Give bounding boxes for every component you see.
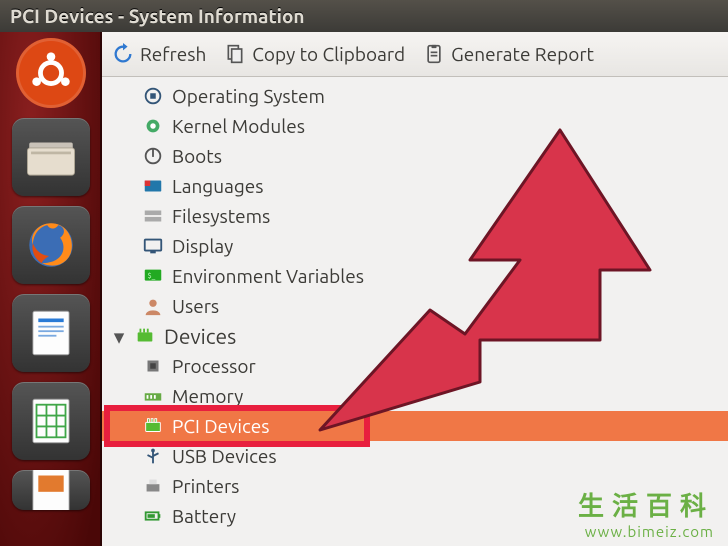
prn-icon — [142, 475, 164, 497]
launcher-writer[interactable] — [12, 294, 90, 372]
refresh-icon — [112, 43, 134, 65]
firefox-icon — [22, 216, 80, 274]
copy-label: Copy to Clipboard — [252, 43, 405, 65]
window-title: PCI Devices - System Information — [10, 5, 305, 27]
copy-clipboard-button[interactable]: Copy to Clipboard — [224, 43, 405, 65]
tree-item-fs[interactable]: Filesystems — [102, 201, 728, 231]
boots-icon — [142, 145, 164, 167]
expander-icon: ▾ — [112, 324, 126, 349]
usb-icon — [142, 445, 164, 467]
desktop-area: Refresh Copy to Clipboard Generate Repor… — [0, 32, 728, 546]
tree-item-label: Battery — [172, 505, 236, 527]
tree-item-boots[interactable]: Boots — [102, 141, 728, 171]
tree-item-mem[interactable]: Memory — [102, 381, 728, 411]
kernel-icon — [142, 115, 164, 137]
tree-item-kernel[interactable]: Kernel Modules — [102, 111, 728, 141]
svg-text:$_: $_ — [148, 272, 156, 280]
refresh-button[interactable]: Refresh — [112, 43, 206, 65]
tree-item-label: Filesystems — [172, 205, 270, 227]
tree-item-label: Printers — [172, 475, 239, 497]
report-icon — [423, 43, 445, 65]
tree-item-label: PCI Devices — [172, 415, 270, 437]
tree-item-users[interactable]: Users — [102, 291, 728, 321]
unity-launcher — [0, 32, 102, 546]
lang-icon — [142, 175, 164, 197]
watermark-title: 生活百科 — [578, 486, 714, 523]
tree-item-cpu[interactable]: Processor — [102, 351, 728, 381]
tree-item-label: Boots — [172, 145, 222, 167]
devices-group-icon — [134, 325, 156, 347]
mem-icon — [142, 385, 164, 407]
tree-item-label: Users — [172, 295, 219, 317]
spreadsheet-icon — [22, 392, 80, 450]
bat-icon — [142, 505, 164, 527]
generate-report-button[interactable]: Generate Report — [423, 43, 594, 65]
tree-item-label: USB Devices — [172, 445, 277, 467]
ubuntu-logo-icon — [28, 50, 74, 96]
launcher-impress[interactable] — [12, 470, 90, 510]
tree-item-pci[interactable]: PCI Devices — [102, 411, 728, 441]
display-icon — [142, 235, 164, 257]
tree-item-os[interactable]: Operating System — [102, 81, 728, 111]
window-content: Refresh Copy to Clipboard Generate Repor… — [102, 32, 728, 546]
tree-item-env[interactable]: $_ Environment Variables — [102, 261, 728, 291]
launcher-firefox[interactable] — [12, 206, 90, 284]
ubuntu-dash-button[interactable] — [16, 38, 86, 108]
tree-item-label: Kernel Modules — [172, 115, 305, 137]
tree-item-label: Operating System — [172, 85, 325, 107]
tree-item-label: Environment Variables — [172, 265, 364, 287]
launcher-calc[interactable] — [12, 382, 90, 460]
tree-item-label: Devices — [164, 324, 236, 348]
watermark-url: www.bimeiz.com — [578, 523, 714, 540]
tree-item-usb[interactable]: USB Devices — [102, 441, 728, 471]
files-icon — [22, 128, 80, 186]
window-titlebar: PCI Devices - System Information — [0, 0, 728, 32]
launcher-files[interactable] — [12, 118, 90, 196]
tree-item-lang[interactable]: Languages — [102, 171, 728, 201]
tree-item-label: Memory — [172, 385, 243, 407]
tree-item-label: Languages — [172, 175, 264, 197]
document-writer-icon — [22, 304, 80, 362]
presentation-icon — [22, 470, 80, 510]
navigation-tree[interactable]: Operating System Kernel Modules Boots Langu… — [102, 77, 728, 546]
refresh-label: Refresh — [140, 43, 206, 65]
report-label: Generate Report — [451, 43, 594, 65]
pci-icon — [142, 415, 164, 437]
tree-item-display[interactable]: Display — [102, 231, 728, 261]
cpu-icon — [142, 355, 164, 377]
os-icon — [142, 85, 164, 107]
tree-item-label: Processor — [172, 355, 256, 377]
tree-group-devices[interactable]: ▾ Devices — [102, 321, 728, 351]
tree-item-label: Display — [172, 235, 233, 257]
toolbar: Refresh Copy to Clipboard Generate Repor… — [102, 32, 728, 77]
watermark: 生活百科 www.bimeiz.com — [578, 486, 714, 540]
fs-icon — [142, 205, 164, 227]
clipboard-copy-icon — [224, 43, 246, 65]
env-icon: $_ — [142, 265, 164, 287]
users-icon — [142, 295, 164, 317]
